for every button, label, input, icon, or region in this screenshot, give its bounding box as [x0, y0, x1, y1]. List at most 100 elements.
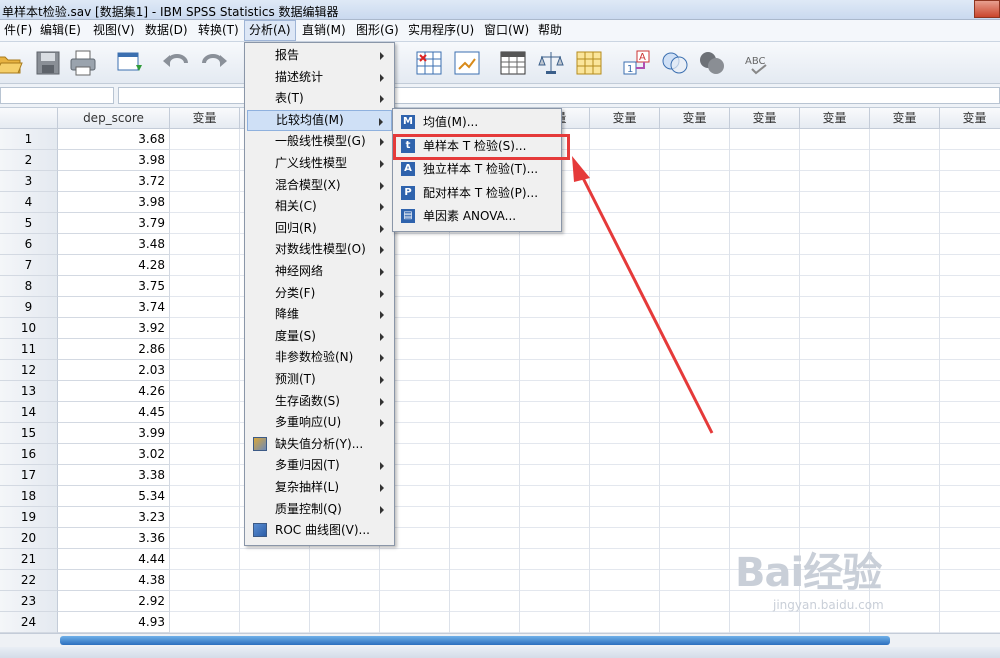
row-header[interactable]: 17 [0, 465, 58, 486]
data-cell-dep-score[interactable]: 3.74 [58, 297, 170, 318]
row-header[interactable]: 15 [0, 423, 58, 444]
row-header[interactable]: 23 [0, 591, 58, 612]
open-icon[interactable] [0, 49, 24, 77]
analyze-menu-item[interactable]: 描述统计 [247, 67, 392, 88]
analyze-menu-item[interactable]: 对数线性模型(O) [247, 239, 392, 260]
row-header[interactable]: 10 [0, 318, 58, 339]
data-cell-dep-score[interactable]: 3.36 [58, 528, 170, 549]
analyze-menu-item[interactable]: 预测(T) [247, 369, 392, 390]
row-header[interactable]: 12 [0, 360, 58, 381]
data-cell-dep-score[interactable]: 2.92 [58, 591, 170, 612]
analyze-menu-item[interactable]: 报告 [247, 45, 392, 66]
data-cell-dep-score[interactable]: 3.72 [58, 171, 170, 192]
data-cell-dep-score[interactable]: 4.38 [58, 570, 170, 591]
scrollbar-thumb[interactable] [60, 636, 890, 645]
data-cell-dep-score[interactable]: 2.86 [58, 339, 170, 360]
data-cell-dep-score[interactable]: 4.93 [58, 612, 170, 633]
select-cases-icon[interactable] [536, 49, 566, 77]
analyze-menu-item[interactable]: 相关(C) [247, 196, 392, 217]
column-header-variable[interactable]: 变量 [800, 108, 870, 129]
data-cell-dep-score[interactable]: 3.99 [58, 423, 170, 444]
compare-means-item[interactable]: M 均值(M)... [395, 112, 559, 133]
analyze-menu-item[interactable]: 广义线性模型 [247, 153, 392, 174]
data-cell-dep-score[interactable]: 3.75 [58, 276, 170, 297]
analyze-menu-item[interactable]: 混合模型(X) [247, 175, 392, 196]
analyze-menu-item[interactable]: 质量控制(Q) [247, 499, 392, 520]
column-header-variable[interactable]: 变量 [660, 108, 730, 129]
redo-icon[interactable] [198, 49, 228, 77]
recall-dialog-icon[interactable] [116, 49, 146, 77]
row-header[interactable]: 6 [0, 234, 58, 255]
data-cell-dep-score[interactable]: 3.92 [58, 318, 170, 339]
row-header[interactable]: 2 [0, 150, 58, 171]
menu-transform[interactable]: 转换(T) [194, 20, 243, 41]
data-cell-dep-score[interactable]: 3.38 [58, 465, 170, 486]
column-header-variable[interactable]: 变量 [170, 108, 240, 129]
data-cell-dep-score[interactable]: 4.45 [58, 402, 170, 423]
analyze-menu-item[interactable]: 表(T) [247, 88, 392, 109]
menu-edit[interactable]: 编辑(E) [36, 20, 85, 41]
value-labels-icon[interactable] [574, 49, 604, 77]
data-cell-dep-score[interactable]: 3.02 [58, 444, 170, 465]
row-header[interactable]: 14 [0, 402, 58, 423]
abc-spell-icon[interactable]: ABC [744, 49, 774, 77]
column-header-variable[interactable]: 变量 [730, 108, 800, 129]
data-cell-dep-score[interactable]: 3.98 [58, 192, 170, 213]
use-sets-icon[interactable]: A1 [622, 49, 652, 77]
analyze-menu-item[interactable]: 降维 [247, 304, 392, 325]
weight-cases-icon[interactable] [498, 49, 528, 77]
row-header[interactable]: 13 [0, 381, 58, 402]
analyze-menu-item[interactable]: 生存函数(S) [247, 391, 392, 412]
data-cell-dep-score[interactable]: 4.28 [58, 255, 170, 276]
undo-icon[interactable] [162, 49, 192, 77]
data-cell-dep-score[interactable]: 3.79 [58, 213, 170, 234]
cell-reference-field[interactable] [0, 87, 114, 104]
analyze-menu-item[interactable]: 回归(R) [247, 218, 392, 239]
row-header[interactable]: 11 [0, 339, 58, 360]
row-header[interactable]: 18 [0, 486, 58, 507]
spell-check-icon[interactable] [697, 49, 727, 77]
column-header-variable[interactable]: 变量 [870, 108, 940, 129]
data-cell-dep-score[interactable]: 5.34 [58, 486, 170, 507]
column-header-dep-score[interactable]: dep_score [58, 108, 170, 129]
row-header[interactable]: 24 [0, 612, 58, 633]
analyze-menu-item[interactable]: 多重归因(T) [247, 455, 392, 476]
row-header[interactable]: 22 [0, 570, 58, 591]
menu-analyze[interactable]: 分析(A) [244, 20, 296, 41]
column-header-variable[interactable]: 变量 [590, 108, 660, 129]
data-cell-dep-score[interactable]: 3.68 [58, 129, 170, 150]
row-header[interactable]: 9 [0, 297, 58, 318]
menu-view[interactable]: 视图(V) [89, 20, 139, 41]
analyze-menu-item[interactable]: 神经网络 [247, 261, 392, 282]
corner-header[interactable] [0, 108, 58, 129]
row-header[interactable]: 20 [0, 528, 58, 549]
analyze-menu-item[interactable]: 一般线性模型(G) [247, 131, 392, 152]
row-header[interactable]: 4 [0, 192, 58, 213]
save-icon[interactable] [33, 49, 63, 77]
data-cell-dep-score[interactable]: 2.03 [58, 360, 170, 381]
compare-means-item[interactable]: A 独立样本 T 检验(T)... [395, 159, 559, 180]
column-header-variable[interactable]: 变量 [940, 108, 1000, 129]
row-header[interactable]: 3 [0, 171, 58, 192]
horizontal-scrollbar[interactable] [0, 633, 1000, 647]
data-cell-dep-score[interactable]: 3.48 [58, 234, 170, 255]
menu-utilities[interactable]: 实用程序(U) [404, 20, 478, 41]
row-header[interactable]: 21 [0, 549, 58, 570]
menu-graphs[interactable]: 图形(G) [352, 20, 403, 41]
analyze-menu-item[interactable]: 多重响应(U) [247, 412, 392, 433]
insert-cases-icon[interactable] [414, 49, 444, 77]
menu-help[interactable]: 帮助 [534, 20, 566, 41]
menu-data[interactable]: 数据(D) [141, 20, 192, 41]
row-header[interactable]: 5 [0, 213, 58, 234]
analyze-menu-item[interactable]: 复杂抽样(L) [247, 477, 392, 498]
analyze-menu-item[interactable]: 缺失值分析(Y)... [247, 434, 392, 455]
data-cell-dep-score[interactable]: 3.23 [58, 507, 170, 528]
row-header[interactable]: 8 [0, 276, 58, 297]
row-header[interactable]: 16 [0, 444, 58, 465]
data-cell-dep-score[interactable]: 4.44 [58, 549, 170, 570]
compare-means-item[interactable]: P 配对样本 T 检验(P)... [395, 183, 559, 204]
show-all-icon[interactable] [660, 49, 690, 77]
analyze-menu-item[interactable]: 非参数检验(N) [247, 347, 392, 368]
analyze-menu-item[interactable]: 分类(F) [247, 283, 392, 304]
compare-means-item[interactable]: ▤ 单因素 ANOVA... [395, 206, 559, 227]
